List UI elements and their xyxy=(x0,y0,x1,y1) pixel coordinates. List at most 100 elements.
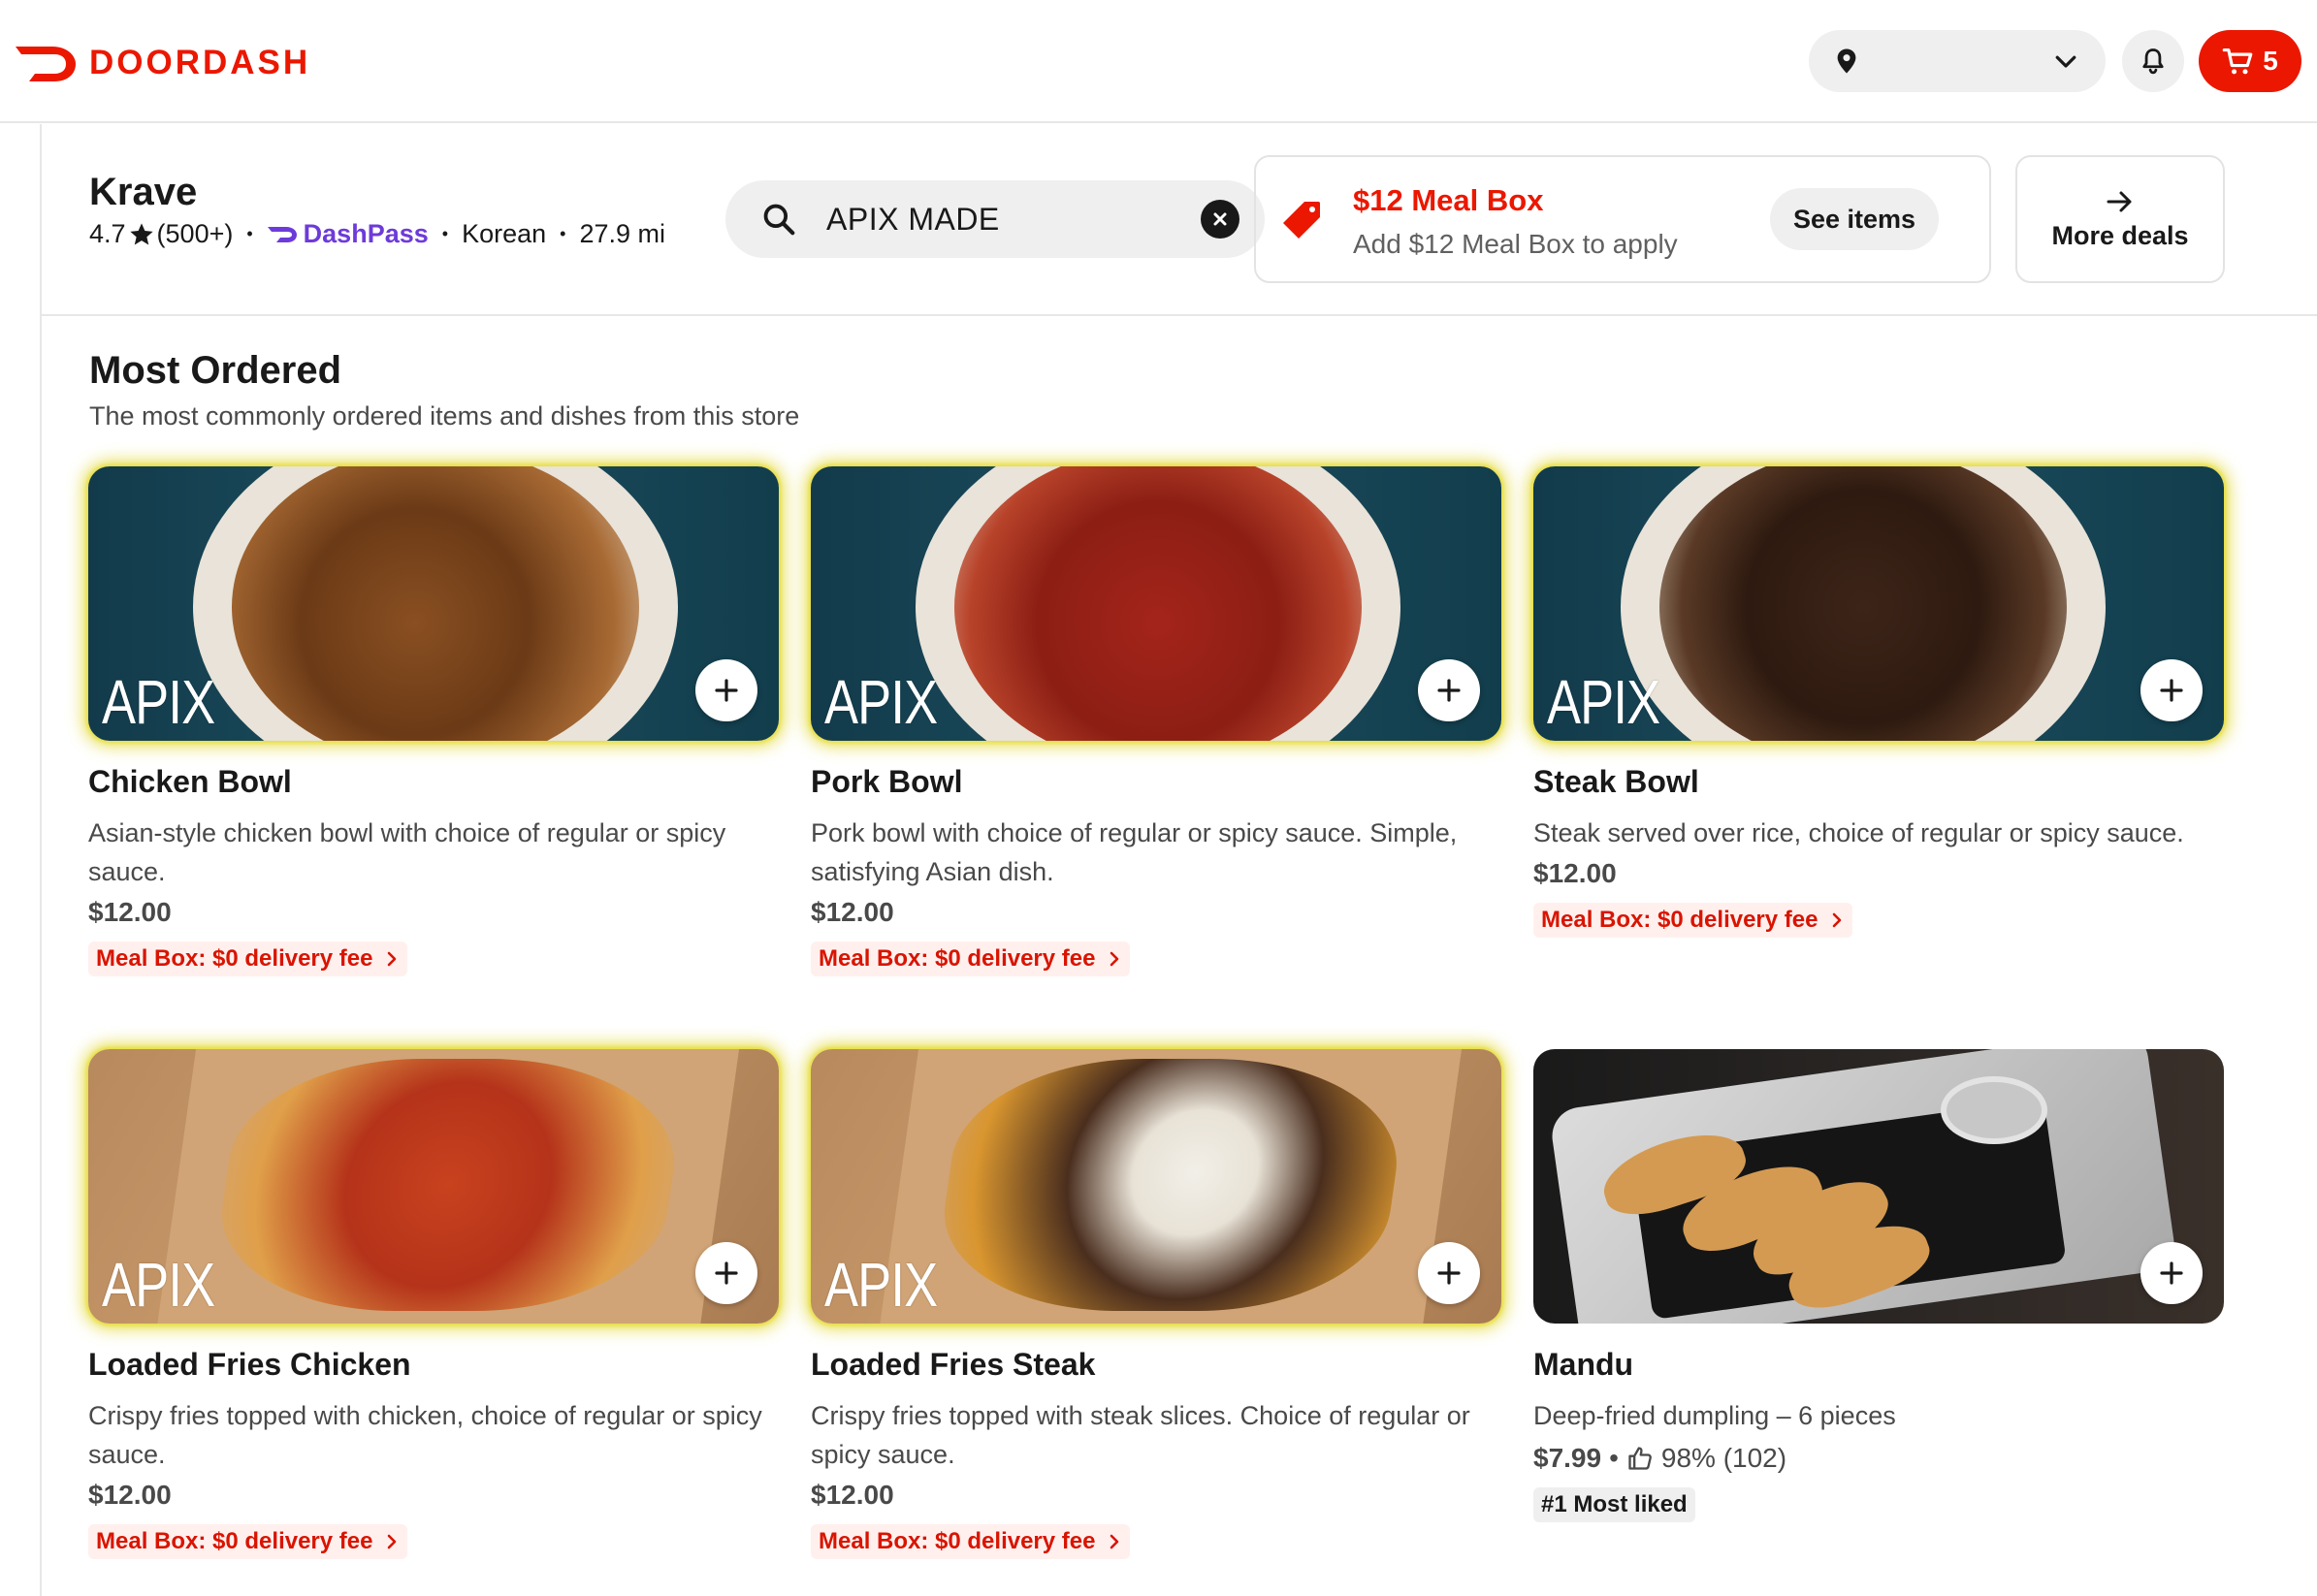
store-search-bar[interactable] xyxy=(725,180,1265,258)
menu-item-card[interactable]: APIX Pork Bowl Pork bowl with choice of … xyxy=(811,466,1501,976)
section-subtitle: The most commonly ordered items and dish… xyxy=(89,401,800,431)
most-liked-badge: #1 Most liked xyxy=(1533,1487,1695,1522)
sauce-cup-shape xyxy=(1941,1076,2047,1144)
address-selector[interactable] xyxy=(1809,30,2106,92)
store-review-count: (500+) xyxy=(156,219,234,248)
menu-item-image[interactable]: APIX xyxy=(1533,466,2224,741)
separator-dot: • xyxy=(246,224,253,243)
item-description: Crispy fries topped with steak slices. C… xyxy=(811,1401,1470,1469)
plus-icon xyxy=(2160,679,2183,702)
arrow-right-icon xyxy=(2107,191,2132,211)
add-to-cart-button[interactable] xyxy=(695,1242,757,1304)
deal-subtitle: Add $12 Meal Box to apply xyxy=(1353,229,1678,259)
item-description: Asian-style chicken bowl with choice of … xyxy=(88,818,726,886)
cart-icon xyxy=(2222,48,2253,75)
menu-item-image[interactable]: APIX xyxy=(88,1049,779,1324)
menu-item-image[interactable]: APIX xyxy=(811,466,1501,741)
apix-watermark: APIX xyxy=(824,667,938,737)
fries-box-shape xyxy=(876,1049,1464,1324)
menu-item-card[interactable]: APIX Loaded Fries Chicken Crispy fries t… xyxy=(88,1049,779,1559)
item-price-rating-row: $7.99 • 98% (102) xyxy=(1533,1443,2224,1474)
more-deals-button[interactable]: More deals xyxy=(2015,155,2225,283)
store-distance: 27.9 mi xyxy=(579,219,666,248)
meal-box-badge-label: Meal Box: $0 delivery fee xyxy=(1541,907,1818,933)
deal-title: $12 Meal Box xyxy=(1353,183,1544,217)
chevron-right-icon xyxy=(388,951,397,967)
menu-item-card[interactable]: APIX Loaded Fries Steak Crispy fries top… xyxy=(811,1049,1501,1559)
apix-watermark: APIX xyxy=(102,1250,215,1320)
price-tag-icon xyxy=(1283,202,1320,239)
item-price: $12.00 xyxy=(811,897,894,927)
bowl-shape xyxy=(916,466,1400,741)
item-price: $12.00 xyxy=(88,1480,172,1510)
meal-box-badge-label: Meal Box: $0 delivery fee xyxy=(819,945,1096,972)
bowl-shape xyxy=(1621,466,2106,741)
item-description: Deep-fried dumpling – 6 pieces xyxy=(1533,1401,1896,1430)
separator-dot: • xyxy=(1609,1443,1619,1473)
add-to-cart-button[interactable] xyxy=(695,659,757,721)
sidebar-divider xyxy=(40,124,42,1596)
chevron-right-icon xyxy=(388,1534,397,1549)
doordash-wordmark: DOORDASH xyxy=(89,44,311,81)
apix-watermark: APIX xyxy=(1547,667,1660,737)
store-header: Krave 4.7 (500+) • DashPass • Korean • 2… xyxy=(42,124,2317,316)
star-icon xyxy=(129,222,153,244)
separator-dot: • xyxy=(560,224,566,243)
more-deals-label: More deals xyxy=(2051,220,2189,250)
item-name: Loaded Fries Steak xyxy=(811,1347,1096,1382)
item-name: Loaded Fries Chicken xyxy=(88,1347,411,1382)
menu-item-card[interactable]: Mandu Deep-fried dumpling – 6 pieces $7.… xyxy=(1533,1049,2224,1522)
plus-icon xyxy=(715,1261,738,1285)
meal-box-badge[interactable]: Meal Box: $0 delivery fee xyxy=(88,1524,408,1559)
meal-box-badge-label: Meal Box: $0 delivery fee xyxy=(96,1528,373,1554)
item-name: Steak Bowl xyxy=(1533,764,1699,799)
bell-icon xyxy=(2142,48,2164,75)
separator-dot: • xyxy=(441,224,449,243)
chevron-right-icon xyxy=(1110,1534,1119,1549)
store-rating: 4.7 xyxy=(89,219,126,248)
top-navigation-bar: DOORDASH 5 xyxy=(0,0,2317,123)
clear-search-button[interactable] xyxy=(1201,200,1239,239)
meal-box-badge[interactable]: Meal Box: $0 delivery fee xyxy=(1533,903,1853,938)
cart-count: 5 xyxy=(2263,46,2278,76)
item-name: Mandu xyxy=(1533,1347,1634,1382)
menu-item-card[interactable]: APIX Chicken Bowl Asian-style chicken bo… xyxy=(88,466,779,976)
item-price: $12.00 xyxy=(88,897,172,927)
notifications-button[interactable] xyxy=(2122,30,2184,92)
menu-item-image[interactable]: APIX xyxy=(88,466,779,741)
menu-item-image[interactable] xyxy=(1533,1049,2224,1324)
doordash-logo[interactable]: DOORDASH xyxy=(14,39,310,87)
food-photo xyxy=(1533,1049,2224,1324)
chevron-down-icon xyxy=(2055,55,2076,68)
meal-box-badge[interactable]: Meal Box: $0 delivery fee xyxy=(811,1524,1131,1559)
search-input[interactable] xyxy=(826,201,1156,238)
meal-box-badge[interactable]: Meal Box: $0 delivery fee xyxy=(811,942,1131,976)
doordash-logo-icon xyxy=(16,47,76,81)
add-to-cart-button[interactable] xyxy=(1418,659,1480,721)
store-meta: 4.7 (500+) • DashPass • Korean • 27.9 mi xyxy=(89,219,665,249)
meal-box-badge[interactable]: Meal Box: $0 delivery fee xyxy=(88,942,408,976)
dashpass-icon xyxy=(267,226,297,242)
see-items-button[interactable]: See items xyxy=(1770,188,1939,250)
location-pin-icon xyxy=(1837,48,1856,74)
item-price: $12.00 xyxy=(1533,858,1617,888)
fries-box-shape xyxy=(153,1049,741,1324)
section-title: Most Ordered xyxy=(89,349,342,392)
menu-item-card[interactable]: APIX Steak Bowl Steak served over rice, … xyxy=(1533,466,2224,938)
add-to-cart-button[interactable] xyxy=(2140,659,2203,721)
thumbs-up-icon xyxy=(1628,1447,1652,1470)
dashpass-badge[interactable]: DashPass xyxy=(267,219,429,249)
meal-box-deal-card[interactable]: $12 Meal Box Add $12 Meal Box to apply S… xyxy=(1254,155,1991,283)
menu-item-image[interactable]: APIX xyxy=(811,1049,1501,1324)
item-description: Crispy fries topped with chicken, choice… xyxy=(88,1401,762,1469)
cart-button[interactable]: 5 xyxy=(2199,30,2301,92)
close-icon xyxy=(1213,212,1227,226)
item-name: Chicken Bowl xyxy=(88,764,292,799)
add-to-cart-button[interactable] xyxy=(1418,1242,1480,1304)
search-icon xyxy=(763,204,795,236)
store-cuisine: Korean xyxy=(462,219,547,248)
store-name: Krave xyxy=(89,171,198,213)
add-to-cart-button[interactable] xyxy=(2140,1242,2203,1304)
item-rating: 98% (102) xyxy=(1660,1443,1787,1473)
item-price: $12.00 xyxy=(811,1480,894,1510)
